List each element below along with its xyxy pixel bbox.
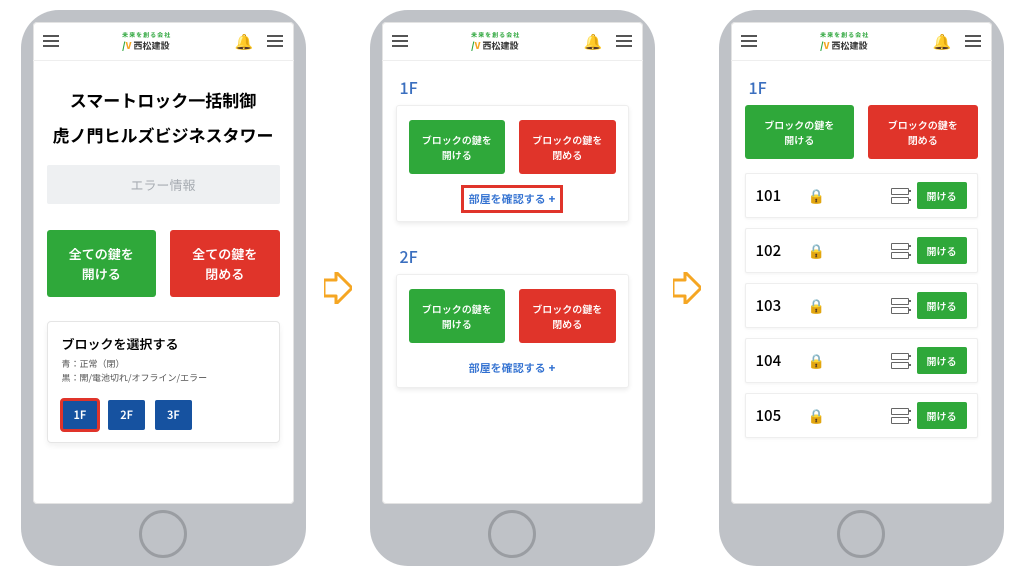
- open-block-button[interactable]: ブロックの鍵を 開ける: [745, 105, 855, 159]
- brand-name: 西松建設: [133, 39, 169, 52]
- top-bar: 未来を創る会社 /V 西松建設 🔔: [382, 22, 643, 61]
- home-button[interactable]: [488, 510, 536, 558]
- confirm-rooms-link[interactable]: 部屋を確認する+: [463, 356, 562, 380]
- screen-2: 未来を創る会社 /V 西松建設 🔔 1F ブロックの鍵を 開ける ブロックの鍵を…: [382, 22, 643, 504]
- open-room-button[interactable]: 開ける: [917, 347, 967, 374]
- floor-header: 1F: [749, 75, 978, 99]
- floor-pill-2f[interactable]: 2F: [108, 400, 145, 430]
- legend: 青：正常（閉） 黒：開/電池切れ/オフライン/エラー: [62, 357, 265, 386]
- page-title: スマートロック一括制御: [47, 87, 280, 112]
- floor-header-2f: 2F: [400, 244, 629, 268]
- room-number: 102: [756, 240, 800, 261]
- open-all-button[interactable]: 全ての鍵を 開ける: [47, 230, 157, 297]
- close-block-button[interactable]: ブロックの鍵を 閉める: [868, 105, 978, 159]
- brand-logo: 未来を創る会社 /V 西松建設: [122, 30, 171, 52]
- top-bar: 未来を創る会社 /V 西松建設 🔔: [731, 22, 992, 61]
- settings-menu-icon[interactable]: [616, 35, 632, 47]
- plus-icon: +: [549, 191, 556, 207]
- phone-frame-1: 未来を創る会社 /V 西松建設 🔔 スマートロック一括制御 虎ノ門ヒルズビジネス…: [21, 10, 306, 566]
- close-all-button[interactable]: 全ての鍵を 閉める: [170, 230, 280, 297]
- battery-icon: [891, 298, 909, 314]
- room-row: 102 🔒 開ける: [745, 228, 978, 273]
- close-block-button[interactable]: ブロックの鍵を 閉める: [519, 120, 616, 174]
- battery-icon: [891, 243, 909, 259]
- open-block-button[interactable]: ブロックの鍵を 開ける: [409, 289, 506, 343]
- room-row: 105 🔒 開ける: [745, 393, 978, 438]
- open-room-button[interactable]: 開ける: [917, 182, 967, 209]
- bell-icon[interactable]: 🔔: [235, 31, 254, 52]
- room-row: 101 🔒 開ける: [745, 173, 978, 218]
- building-name: 虎ノ門ヒルズビジネスタワー: [47, 122, 280, 147]
- close-block-button[interactable]: ブロックの鍵を 閉める: [519, 289, 616, 343]
- floor-card-2f: ブロックの鍵を 開ける ブロックの鍵を 閉める 部屋を確認する+: [396, 274, 629, 388]
- lock-icon: 🔒: [808, 351, 825, 371]
- lock-icon: 🔒: [808, 406, 825, 426]
- legend-black: 黒：開/電池切れ/オフライン/エラー: [62, 371, 265, 385]
- menu-icon[interactable]: [43, 35, 59, 47]
- flow-arrow-icon: [324, 272, 352, 304]
- phone-frame-3: 未来を創る会社 /V 西松建設 🔔 1F ブロックの鍵を 開ける ブロックの鍵を…: [719, 10, 1004, 566]
- plus-icon: +: [549, 360, 556, 376]
- top-bar: 未来を創る会社 /V 西松建設 🔔: [33, 22, 294, 61]
- floor-card-1f: ブロックの鍵を 開ける ブロックの鍵を 閉める 部屋を確認する+: [396, 105, 629, 222]
- menu-icon[interactable]: [392, 35, 408, 47]
- lock-icon: 🔒: [808, 186, 825, 206]
- open-room-button[interactable]: 開ける: [917, 402, 967, 429]
- home-button[interactable]: [837, 510, 885, 558]
- floor-pill-3f[interactable]: 3F: [155, 400, 192, 430]
- floor-header-1f: 1F: [400, 75, 629, 99]
- screen-1: 未来を創る会社 /V 西松建設 🔔 スマートロック一括制御 虎ノ門ヒルズビジネス…: [33, 22, 294, 504]
- error-info-banner[interactable]: エラー情報: [47, 165, 280, 204]
- home-button[interactable]: [139, 510, 187, 558]
- room-row: 104 🔒 開ける: [745, 338, 978, 383]
- menu-icon[interactable]: [741, 35, 757, 47]
- screen-3: 未来を創る会社 /V 西松建設 🔔 1F ブロックの鍵を 開ける ブロックの鍵を…: [731, 22, 992, 504]
- settings-menu-icon[interactable]: [965, 35, 981, 47]
- brand-logo: 未来を創る会社 /V 西松建設: [820, 30, 869, 52]
- battery-icon: [891, 188, 909, 204]
- open-room-button[interactable]: 開ける: [917, 237, 967, 264]
- settings-menu-icon[interactable]: [267, 35, 283, 47]
- legend-blue: 青：正常（閉）: [62, 357, 265, 371]
- lock-icon: 🔒: [808, 241, 825, 261]
- brand-logo: 未来を創る会社 /V 西松建設: [471, 30, 520, 52]
- block-select-card: ブロックを選択する 青：正常（閉） 黒：開/電池切れ/オフライン/エラー 1F …: [47, 321, 280, 443]
- battery-icon: [891, 353, 909, 369]
- phone-frame-2: 未来を創る会社 /V 西松建設 🔔 1F ブロックの鍵を 開ける ブロックの鍵を…: [370, 10, 655, 566]
- floor-pill-1f[interactable]: 1F: [62, 400, 99, 430]
- bell-icon[interactable]: 🔔: [584, 31, 603, 52]
- flow-arrow-icon: [673, 272, 701, 304]
- brand-tagline: 未来を創る会社: [122, 30, 171, 39]
- bell-icon[interactable]: 🔔: [933, 31, 952, 52]
- confirm-rooms-link[interactable]: 部屋を確認する+: [463, 187, 562, 211]
- room-row: 103 🔒 開ける: [745, 283, 978, 328]
- open-block-button[interactable]: ブロックの鍵を 開ける: [409, 120, 506, 174]
- battery-icon: [891, 408, 909, 424]
- open-room-button[interactable]: 開ける: [917, 292, 967, 319]
- room-number: 105: [756, 405, 800, 426]
- room-number: 104: [756, 350, 800, 371]
- room-number: 103: [756, 295, 800, 316]
- room-number: 101: [756, 185, 800, 206]
- lock-icon: 🔒: [808, 296, 825, 316]
- block-select-title: ブロックを選択する: [62, 334, 265, 353]
